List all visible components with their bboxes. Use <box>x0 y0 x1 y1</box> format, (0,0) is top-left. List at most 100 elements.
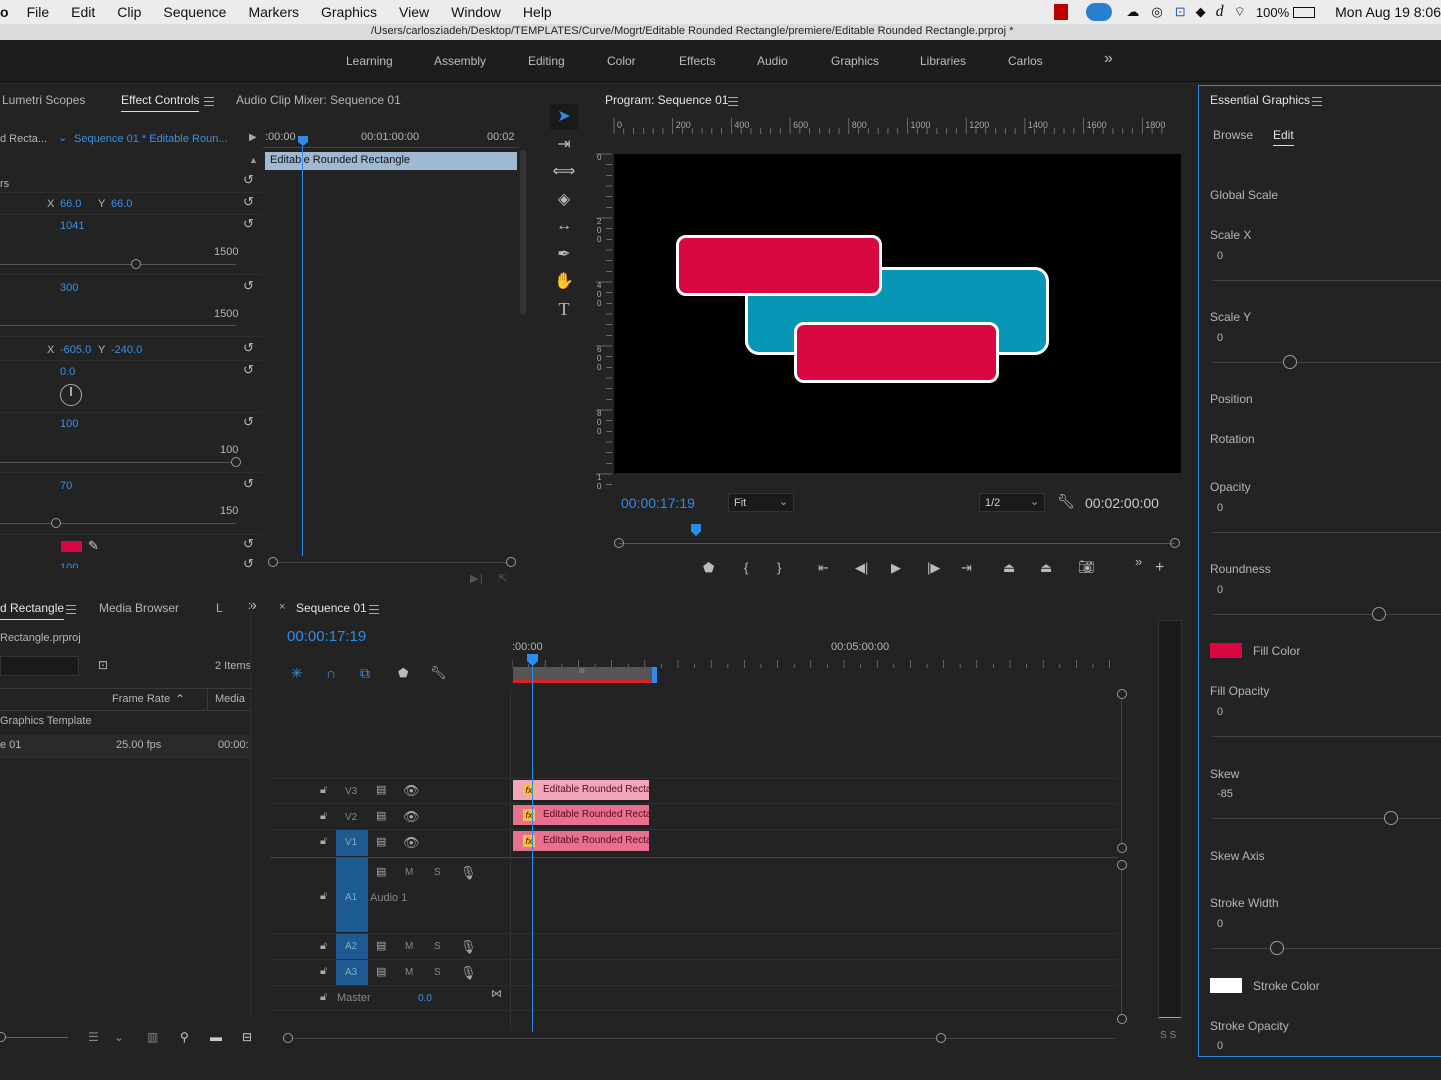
fill-color-swatch[interactable] <box>1210 643 1242 658</box>
skew-slider[interactable] <box>1213 818 1441 819</box>
program-viewer[interactable] <box>614 154 1181 473</box>
stroke-opacity-value[interactable]: 0 <box>1217 1040 1223 1052</box>
anchor-y-value[interactable]: -240.0 <box>111 344 142 356</box>
media-column-header[interactable]: Media <box>215 693 245 705</box>
a-scroll-bottom-knob[interactable] <box>1117 1014 1127 1024</box>
eye-icon[interactable]: 👁︎ <box>403 835 420 851</box>
menu-edit[interactable]: Edit <box>71 4 95 20</box>
anchor-x-value[interactable]: -605.0 <box>60 344 91 356</box>
microphone-icon[interactable]: 🎙︎ <box>460 965 477 981</box>
battery-icon[interactable] <box>1293 6 1316 18</box>
source-clip-label[interactable]: d Recta... <box>0 133 47 145</box>
teamviewer-icon[interactable]: ⊡ <box>1175 4 1186 20</box>
tab-effect-controls[interactable]: Effect Controls <box>121 93 200 112</box>
app-menu[interactable]: o <box>0 4 9 20</box>
scale-x-slider[interactable] <box>1213 280 1441 281</box>
automate-icon[interactable]: ▥ <box>147 1030 158 1044</box>
partial-value[interactable]: 100 <box>60 562 78 568</box>
ec-scrollbar[interactable] <box>520 150 526 315</box>
a1-source-patch[interactable]: A1 <box>336 858 368 932</box>
skew-value[interactable]: -85 <box>1217 788 1233 800</box>
program-playhead[interactable] <box>691 524 701 536</box>
menu-markers[interactable]: Markers <box>248 4 299 20</box>
new-bin-icon[interactable]: ▬ <box>210 1030 222 1044</box>
value-100[interactable]: 100 <box>60 418 78 430</box>
sequence-menu-icon[interactable] <box>369 605 379 614</box>
red-rounded-rectangle-bottom[interactable] <box>794 322 999 383</box>
solo-button[interactable]: S <box>434 867 441 878</box>
lock-icon[interactable]: 🔓︎ <box>320 940 327 953</box>
chevron-down-icon[interactable]: ⌄ <box>114 1030 124 1044</box>
export-icon[interactable]: ⇱ <box>498 572 507 585</box>
microphone-icon[interactable]: 🎙︎ <box>460 865 477 881</box>
a3-source-patch[interactable]: A3 <box>336 960 368 985</box>
wifi-icon[interactable]: ⌔ <box>1234 4 1246 20</box>
lock-icon[interactable]: 🔓︎ <box>320 835 327 848</box>
program-scrub-bar[interactable] <box>614 524 1182 550</box>
track-select-tool-icon[interactable]: ⇥ <box>552 134 576 154</box>
track-v2-label[interactable]: V2 <box>345 812 357 823</box>
opacity-slider[interactable] <box>1213 532 1441 533</box>
fill-opacity-slider[interactable] <box>1213 736 1441 737</box>
camera-icon[interactable]: 📷︎ <box>1078 559 1095 575</box>
workspace-editing[interactable]: Editing <box>528 54 565 68</box>
h-scroll-left-knob[interactable] <box>283 1033 293 1043</box>
stroke-width-value[interactable]: 0 <box>1217 918 1223 930</box>
value-70[interactable]: 70 <box>60 480 72 492</box>
go-to-in-icon[interactable]: ⇤ <box>818 560 829 576</box>
cloud-icon[interactable] <box>1086 3 1113 21</box>
snap-icon[interactable]: ∩ <box>326 665 336 681</box>
work-area-bar[interactable]: III <box>513 667 657 683</box>
effect-controls-menu-icon[interactable] <box>204 97 214 106</box>
reset-icon[interactable]: ↺ <box>243 556 254 568</box>
scale-y-value[interactable]: 0 <box>1217 332 1223 344</box>
creative-cloud-icon[interactable]: ☁ <box>1126 4 1139 20</box>
menu-graphics[interactable]: Graphics <box>321 4 377 20</box>
slider-track[interactable] <box>0 523 236 524</box>
roundness-knob[interactable] <box>1372 607 1386 621</box>
reset-icon[interactable]: ↺ <box>243 362 254 378</box>
solo-button[interactable]: S <box>434 967 441 978</box>
reset-icon[interactable]: ↺ <box>243 340 254 356</box>
opacity-value[interactable]: 0 <box>1217 502 1223 514</box>
mute-button[interactable]: M <box>405 967 413 978</box>
eye-icon[interactable]: 👁︎ <box>403 783 420 799</box>
extract-icon[interactable]: ⏏ <box>1040 560 1052 576</box>
program-timecode[interactable]: 00:00:17:19 <box>621 495 695 511</box>
mark-out-icon[interactable]: } <box>777 560 781 575</box>
selection-tool-icon[interactable]: ➤ <box>552 106 576 126</box>
tab-sequence[interactable]: Sequence 01 <box>296 601 367 615</box>
slider-knob[interactable] <box>231 457 241 467</box>
h-scroll-right-knob[interactable] <box>936 1033 946 1043</box>
workspace-carlos[interactable]: Carlos <box>1008 54 1043 68</box>
h-scroll-track[interactable] <box>293 1038 1115 1039</box>
resolution-dropdown[interactable]: 1/2 ⌄ <box>979 493 1045 512</box>
a2-source-patch[interactable]: A2 <box>336 934 368 959</box>
mute-button[interactable]: M <box>405 941 413 952</box>
slip-tool-icon[interactable]: ↔ <box>552 217 576 235</box>
workspace-graphics[interactable]: Graphics <box>831 54 879 68</box>
stroke-color-swatch[interactable] <box>1210 978 1242 993</box>
go-to-out-icon[interactable]: ⇥ <box>961 560 972 576</box>
scale-x-value[interactable]: 0 <box>1217 250 1223 262</box>
rotation-value[interactable]: 0.0 <box>60 366 75 378</box>
add-marker-icon[interactable]: ⬟ <box>703 560 714 576</box>
chevron-down-icon[interactable]: ⌄ <box>58 131 67 144</box>
menu-window[interactable]: Window <box>451 4 501 20</box>
find-icon[interactable]: ⚲ <box>180 1030 189 1044</box>
solo-button[interactable]: S <box>434 941 441 952</box>
project-search-input[interactable] <box>0 656 79 676</box>
menu-file[interactable]: File <box>27 4 50 20</box>
timeline-settings-icon[interactable]: 🔧︎ <box>430 665 447 681</box>
razor-tool-icon[interactable]: ◈ <box>552 189 576 209</box>
work-area-end-handle[interactable] <box>652 667 657 683</box>
meter-solo-labels[interactable]: S S <box>1160 1030 1176 1041</box>
reset-icon[interactable]: ↺ <box>243 536 254 552</box>
add-marker-icon[interactable]: ⬟ <box>398 666 408 680</box>
more-controls-icon[interactable]: » <box>1135 554 1142 569</box>
nest-icon[interactable]: ✳ <box>291 665 303 682</box>
dropbox-icon[interactable]: ◆ <box>1196 4 1206 20</box>
reset-icon[interactable]: ↺ <box>243 476 254 492</box>
hand-tool-icon[interactable]: ✋ <box>552 271 576 291</box>
fit-dropdown[interactable]: Fit ⌄ <box>728 493 794 512</box>
